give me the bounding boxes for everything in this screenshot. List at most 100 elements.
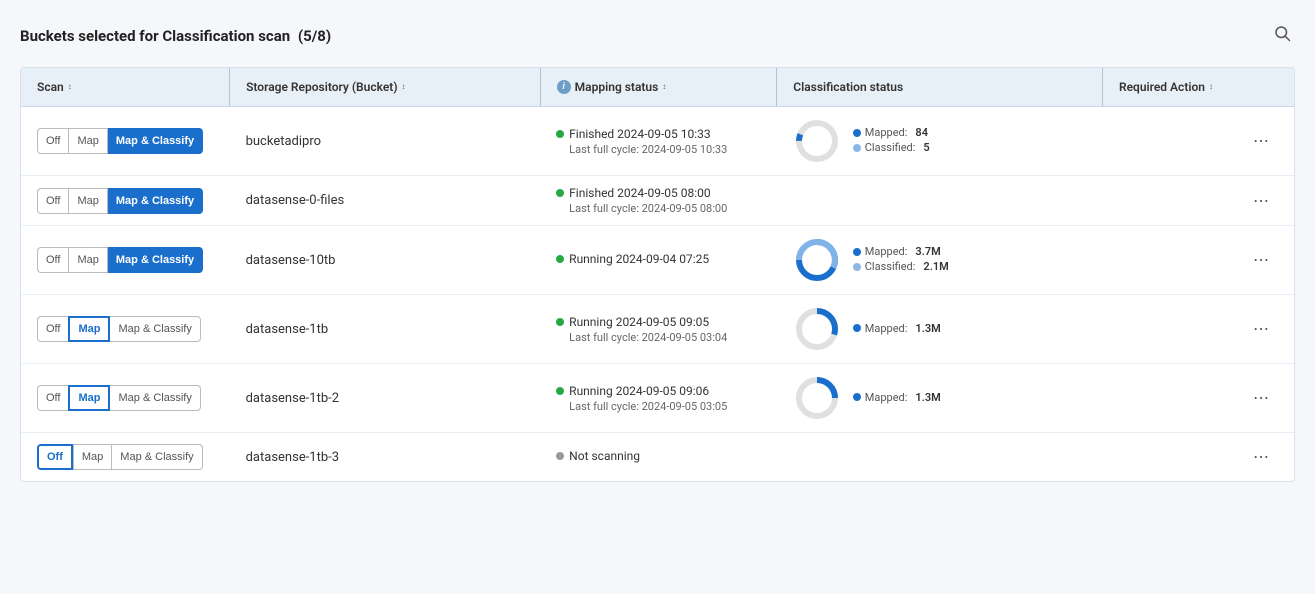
col-header-bucket: Storage Repository (Bucket) ↕	[230, 68, 541, 107]
scan-off-btn[interactable]: Off	[37, 128, 68, 154]
scan-map-btn[interactable]: Map	[68, 128, 107, 154]
table-row: Off Map Map & Classify datasense-1tb-2 R…	[21, 364, 1294, 433]
chart-legend: Mapped: 3.7M Classified: 2.1M	[853, 245, 949, 275]
mapping-status-text: Not scanning	[569, 449, 640, 463]
scan-cell: Off Map Map & Classify	[21, 226, 230, 295]
status-dot	[556, 130, 564, 138]
scan-cell: Off Map Map & Classify	[21, 176, 230, 226]
scan-map-btn[interactable]: Map	[68, 247, 107, 273]
more-options-btn[interactable]: ⋯	[1245, 384, 1278, 412]
classification-cell	[777, 433, 1103, 482]
donut-chart	[793, 236, 841, 284]
sort-mapping-icon[interactable]: ↕	[662, 83, 666, 91]
scan-classify-btn[interactable]: Map & Classify	[110, 316, 200, 342]
mapping-status-cell: Running 2024-09-04 07:25	[540, 226, 777, 295]
legend-dot-mapped	[853, 324, 861, 332]
donut-chart	[793, 117, 841, 165]
classification-cell: Mapped: 1.3M	[777, 364, 1103, 433]
scan-map-btn[interactable]: Map	[68, 316, 110, 342]
scan-map-btn[interactable]: Map	[73, 444, 112, 470]
last-cycle-text: Last full cycle: 2024-09-05 10:33	[569, 143, 761, 156]
buckets-table: Scan ↕ Storage Repository (Bucket) ↕ i	[21, 68, 1294, 481]
bucket-name: datasense-1tb-2	[246, 391, 339, 406]
chart-legend: Mapped: 84 Classified: 5	[853, 126, 930, 156]
mapping-info-icon[interactable]: i	[557, 80, 571, 94]
legend-dot-classified	[853, 263, 861, 271]
status-dot	[556, 318, 564, 326]
table-row: Off Map Map & Classify datasense-10tb Ru…	[21, 226, 1294, 295]
bucket-cell: datasense-10tb	[230, 226, 541, 295]
mapping-status-text: Finished 2024-09-05 10:33	[569, 127, 710, 141]
table-row: Off Map Map & Classify bucketadipro Fini…	[21, 107, 1294, 176]
col-header-scan: Scan ↕	[21, 68, 230, 107]
table-row: Off Map Map & Classify datasense-0-files…	[21, 176, 1294, 226]
sort-action-icon[interactable]: ↕	[1209, 83, 1213, 91]
scan-classify-btn[interactable]: Map & Classify	[108, 188, 203, 214]
mapping-status-text: Running 2024-09-05 09:05	[569, 315, 709, 329]
col-header-classification: Classification status	[777, 68, 1103, 107]
classification-cell: Mapped: 3.7M Classified: 2.1M	[777, 226, 1103, 295]
scan-off-btn[interactable]: Off	[37, 316, 68, 342]
mapping-status-cell: Running 2024-09-05 09:05 Last full cycle…	[540, 295, 777, 364]
scan-classify-btn[interactable]: Map & Classify	[112, 444, 202, 470]
sort-bucket-icon[interactable]: ↕	[402, 83, 406, 91]
last-cycle-text: Last full cycle: 2024-09-05 03:04	[569, 331, 761, 344]
more-options-btn[interactable]: ⋯	[1245, 443, 1278, 471]
more-options-cell: ⋯	[1229, 226, 1294, 295]
status-dot	[556, 189, 564, 197]
mapping-status-text: Running 2024-09-05 09:06	[569, 384, 709, 398]
scan-cell: Off Map Map & Classify	[21, 107, 230, 176]
scan-classify-btn[interactable]: Map & Classify	[108, 247, 203, 273]
bucket-name: bucketadipro	[246, 134, 321, 149]
more-options-btn[interactable]: ⋯	[1245, 187, 1278, 215]
required-action-cell	[1102, 107, 1229, 176]
scan-map-btn[interactable]: Map	[68, 385, 110, 411]
required-action-cell	[1102, 295, 1229, 364]
scan-off-btn[interactable]: Off	[37, 188, 68, 214]
more-options-cell: ⋯	[1229, 433, 1294, 482]
page-container: Buckets selected for Classification scan…	[0, 0, 1315, 482]
scan-classify-btn[interactable]: Map & Classify	[108, 128, 203, 154]
scan-off-btn[interactable]: Off	[37, 444, 73, 470]
last-cycle-text: Last full cycle: 2024-09-05 08:00	[569, 202, 761, 215]
search-button[interactable]	[1269, 20, 1295, 51]
scan-off-btn[interactable]: Off	[37, 247, 68, 273]
donut-chart	[793, 305, 841, 353]
title-text: Buckets selected for Classification scan	[20, 27, 290, 45]
status-dot	[556, 255, 564, 263]
bucket-cell: datasense-1tb-2	[230, 364, 541, 433]
table-row: Off Map Map & Classify datasense-1tb-3 N…	[21, 433, 1294, 482]
bucket-name: datasense-10tb	[246, 253, 336, 268]
page-header: Buckets selected for Classification scan…	[20, 20, 1295, 51]
legend-dot-classified	[853, 144, 861, 152]
bucket-cell: bucketadipro	[230, 107, 541, 176]
classification-cell	[777, 176, 1103, 226]
required-action-cell	[1102, 364, 1229, 433]
bucket-cell: datasense-1tb-3	[230, 433, 541, 482]
main-table-wrapper: Scan ↕ Storage Repository (Bucket) ↕ i	[20, 67, 1295, 482]
more-options-cell: ⋯	[1229, 295, 1294, 364]
bucket-cell: datasense-0-files	[230, 176, 541, 226]
sort-scan-icon[interactable]: ↕	[68, 83, 72, 91]
bucket-name: datasense-0-files	[246, 193, 345, 208]
scan-classify-btn[interactable]: Map & Classify	[110, 385, 200, 411]
classification-cell: Mapped: 84 Classified: 5	[777, 107, 1103, 176]
more-options-cell: ⋯	[1229, 364, 1294, 433]
donut-chart	[793, 374, 841, 422]
mapping-status-text: Running 2024-09-04 07:25	[569, 252, 709, 266]
legend-dot-mapped	[853, 248, 861, 256]
required-action-cell	[1102, 176, 1229, 226]
mapping-status-text: Finished 2024-09-05 08:00	[569, 186, 710, 200]
bucket-name: datasense-1tb	[246, 322, 329, 337]
more-options-btn[interactable]: ⋯	[1245, 127, 1278, 155]
scan-map-btn[interactable]: Map	[68, 188, 107, 214]
mapping-status-cell: Finished 2024-09-05 08:00 Last full cycl…	[540, 176, 777, 226]
col-header-action: Required Action ↕	[1102, 68, 1229, 107]
more-options-btn[interactable]: ⋯	[1245, 246, 1278, 274]
bucket-name: datasense-1tb-3	[246, 450, 339, 465]
last-cycle-text: Last full cycle: 2024-09-05 03:05	[569, 400, 761, 413]
more-options-btn[interactable]: ⋯	[1245, 315, 1278, 343]
page-title: Buckets selected for Classification scan…	[20, 27, 331, 45]
scan-off-btn[interactable]: Off	[37, 385, 68, 411]
mapping-status-cell: Finished 2024-09-05 10:33 Last full cycl…	[540, 107, 777, 176]
